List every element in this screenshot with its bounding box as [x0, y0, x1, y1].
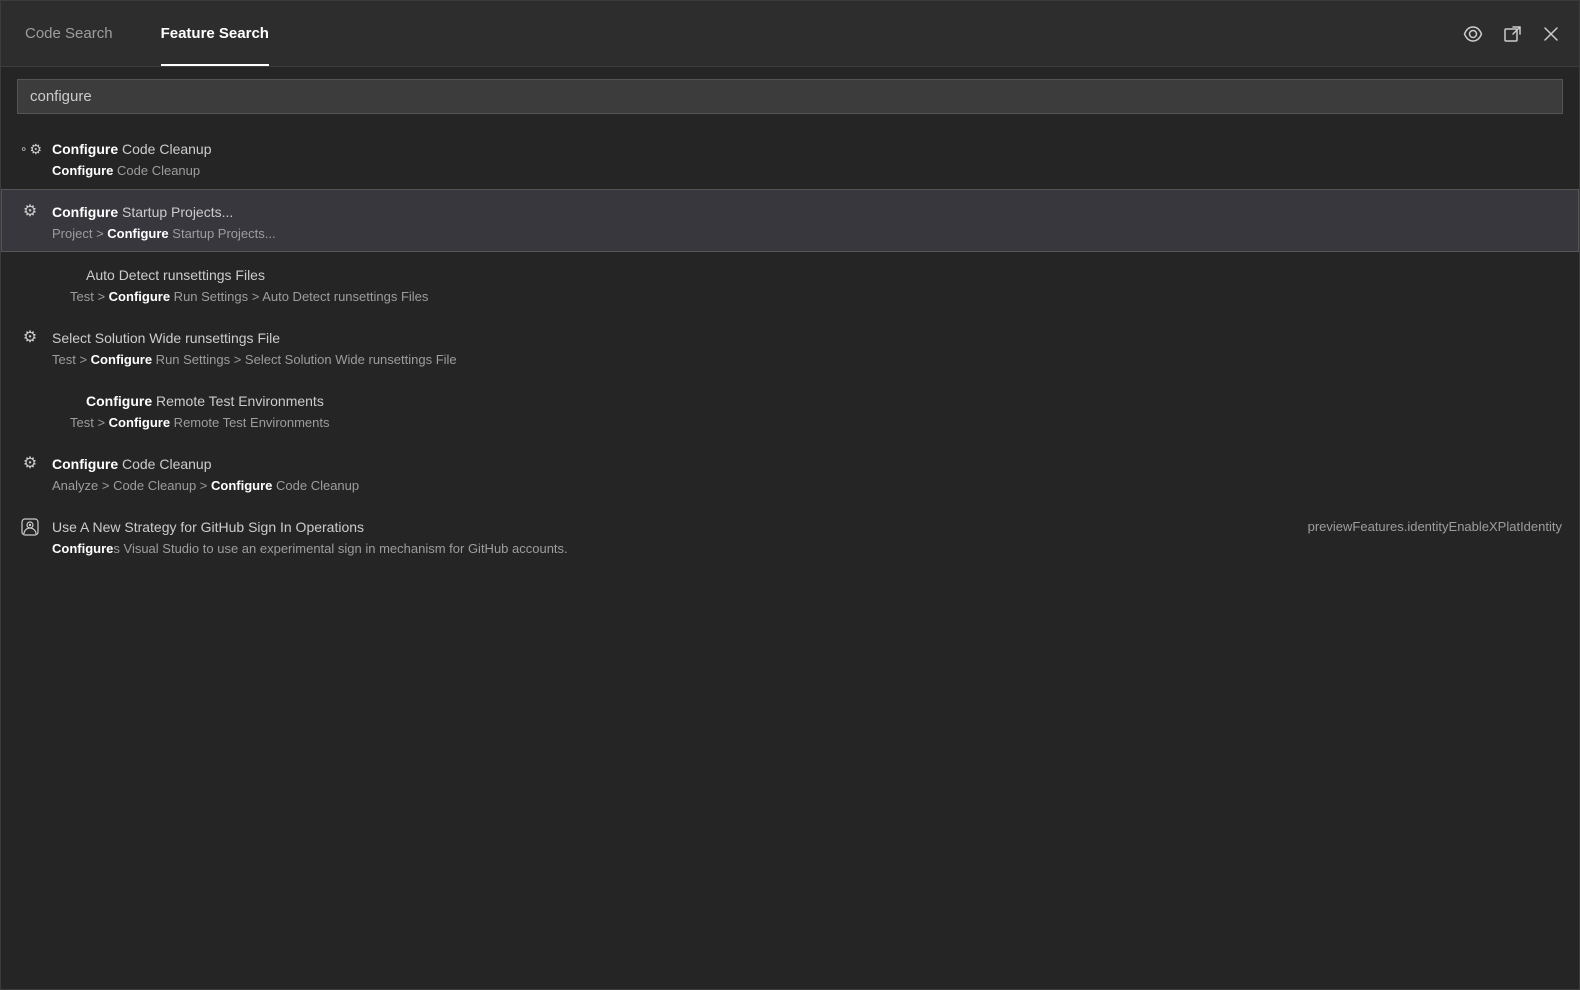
preview-button[interactable]	[1459, 20, 1487, 48]
spacer-icon	[18, 389, 42, 413]
result-title-text: Use A New Strategy for GitHub Sign In Op…	[52, 517, 364, 538]
result-subtitle: Test > Configure Run Settings > Select S…	[18, 352, 1562, 367]
github-icon	[18, 515, 42, 539]
close-button[interactable]	[1539, 22, 1563, 46]
result-title-text: Auto Detect runsettings Files	[86, 265, 265, 286]
results-list: ⚙ Configure Code Cleanup Configure Code …	[1, 126, 1579, 989]
result-title-text: Configure Startup Projects...	[52, 202, 233, 223]
search-input[interactable]	[17, 79, 1563, 114]
gear-icon: ⚙	[18, 326, 42, 350]
tab-feature-search[interactable]: Feature Search	[137, 1, 293, 66]
result-item[interactable]: ⚙ Select Solution Wide runsettings File …	[1, 315, 1579, 378]
main-window: Code Search Feature Search	[0, 0, 1580, 990]
result-item[interactable]: ⚙ Configure Code Cleanup Configure Code …	[1, 126, 1579, 189]
result-right-label: previewFeatures.identityEnableXPlatIdent…	[1308, 517, 1562, 537]
spacer-icon	[18, 263, 42, 287]
result-item[interactable]: ⚙ Configure Startup Projects... Project …	[1, 189, 1579, 252]
result-item[interactable]: Auto Detect runsettings Files Test > Con…	[1, 252, 1579, 315]
result-item[interactable]: ⚙ Configure Code Cleanup Analyze > Code …	[1, 441, 1579, 504]
result-subtitle: Project > Configure Startup Projects...	[18, 226, 1562, 241]
result-title-text: Configure Code Cleanup	[52, 454, 212, 475]
result-item[interactable]: Configure Remote Test Environments Test …	[1, 378, 1579, 441]
gear-icon: ⚙	[18, 137, 42, 161]
search-area	[1, 67, 1579, 126]
result-subtitle: Configure Code Cleanup	[18, 163, 1562, 178]
result-title-text: Configure Code Cleanup	[52, 139, 212, 160]
gear-icon: ⚙	[18, 452, 42, 476]
tab-code-search[interactable]: Code Search	[1, 1, 137, 66]
spacer-icon-2	[52, 263, 76, 287]
result-subtitle: Test > Configure Remote Test Environment…	[18, 415, 1562, 430]
result-subtitle: Test > Configure Run Settings > Auto Det…	[18, 289, 1562, 304]
tab-bar: Code Search Feature Search	[1, 1, 1579, 67]
result-subtitle: Analyze > Code Cleanup > Configure Code …	[18, 478, 1562, 493]
gear-icon: ⚙	[18, 200, 42, 224]
tab-actions	[1459, 1, 1579, 66]
result-item[interactable]: Use A New Strategy for GitHub Sign In Op…	[1, 504, 1579, 567]
popout-button[interactable]	[1499, 20, 1527, 48]
spacer-icon-2	[52, 389, 76, 413]
result-title-text: Select Solution Wide runsettings File	[52, 328, 280, 349]
result-subtitle: Configures Visual Studio to use an exper…	[18, 541, 1562, 556]
result-title-text: Configure Remote Test Environments	[86, 391, 324, 412]
